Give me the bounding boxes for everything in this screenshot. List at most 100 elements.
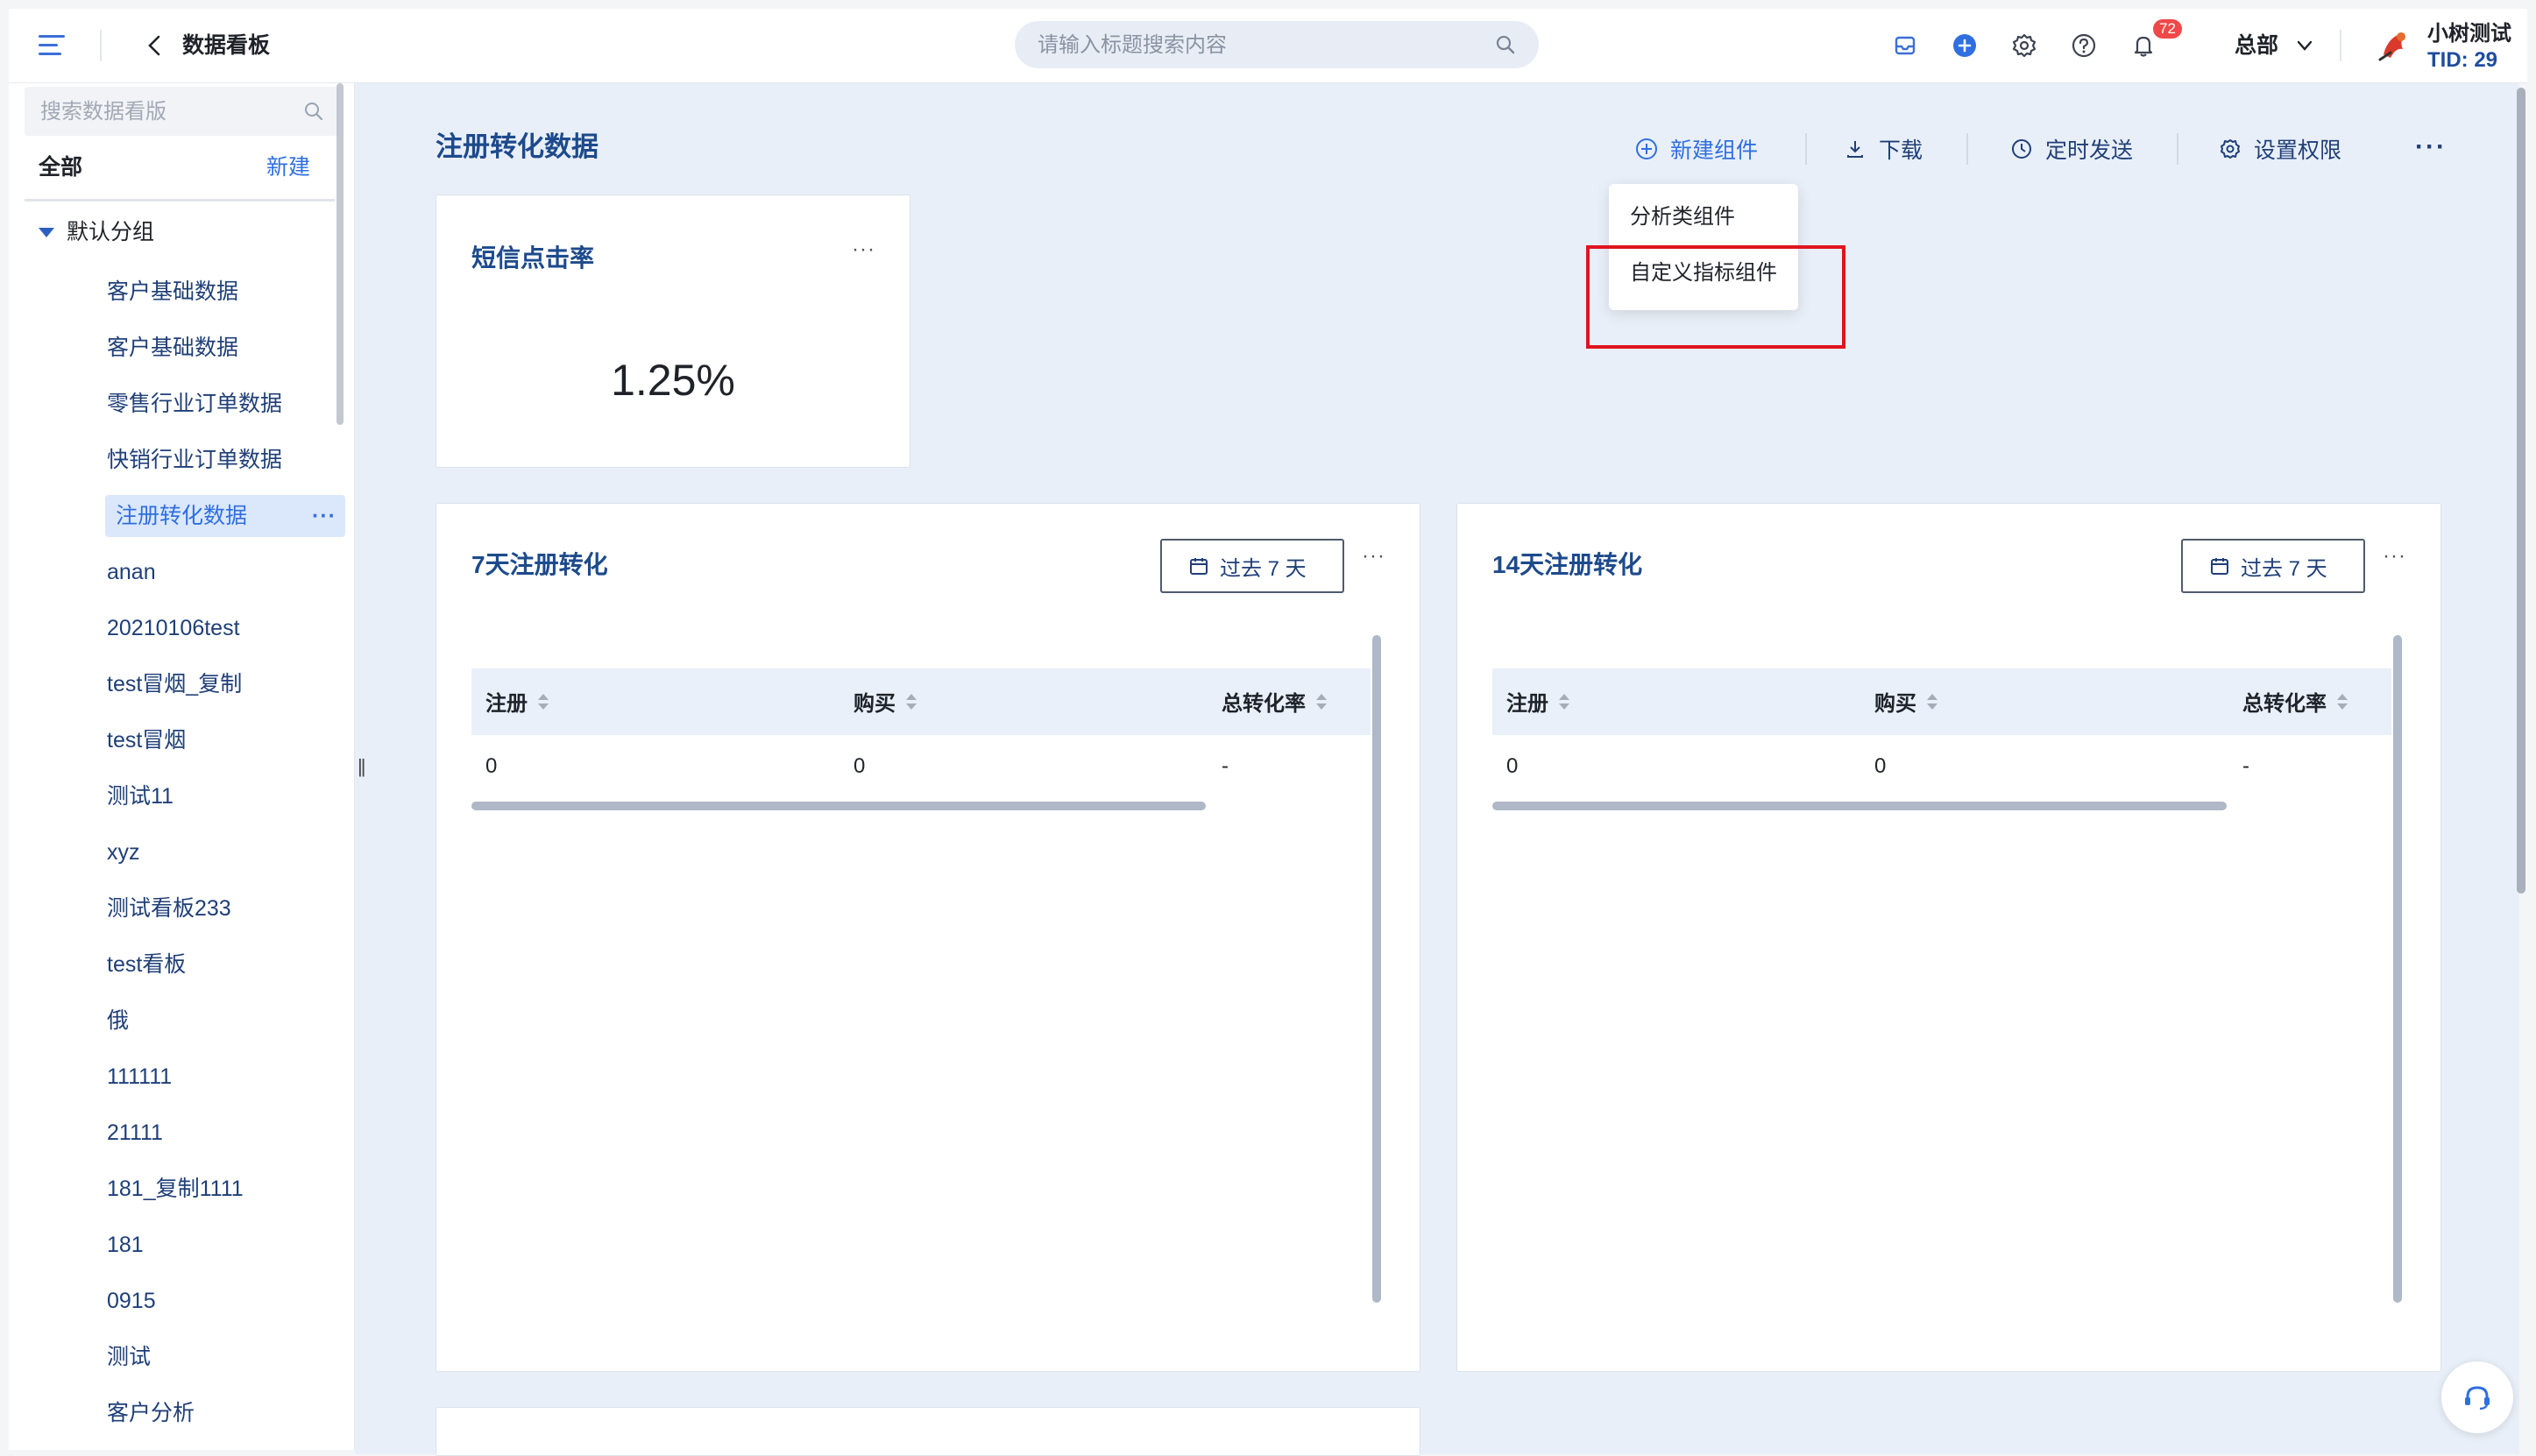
sidebar-item[interactable]: 俄 bbox=[107, 1000, 129, 1042]
column-header[interactable]: 购买 bbox=[854, 686, 917, 717]
group-label: 默认分组 bbox=[67, 220, 155, 244]
sort-icon[interactable] bbox=[906, 693, 917, 710]
sidebar-item[interactable]: 21111 bbox=[107, 1112, 163, 1154]
sidebar-item[interactable]: test冒烟 bbox=[107, 719, 186, 761]
column-header[interactable]: 注册 bbox=[485, 686, 549, 717]
table-header: 注册 购买 总转化率 bbox=[1492, 668, 2391, 735]
column-header[interactable]: 总转化率 bbox=[2242, 686, 2348, 717]
add-circle-icon[interactable] bbox=[1949, 30, 1980, 61]
customer-service-button[interactable] bbox=[2441, 1361, 2513, 1433]
sidebar-item[interactable]: 测试 bbox=[107, 1336, 151, 1378]
sidebar-item[interactable]: xyz bbox=[107, 831, 140, 873]
column-header-label: 购买 bbox=[854, 692, 896, 716]
main-scrollbar[interactable] bbox=[2517, 88, 2525, 894]
card-title: 14天注册转化 bbox=[1492, 551, 1643, 578]
sidebar-collapse-handle[interactable]: || bbox=[358, 755, 366, 778]
help-icon[interactable] bbox=[2068, 30, 2100, 61]
avatar[interactable] bbox=[2371, 23, 2417, 68]
sidebar-item-label: 0915 bbox=[107, 1289, 156, 1313]
sort-icon[interactable] bbox=[538, 693, 549, 710]
sort-icon[interactable] bbox=[1559, 693, 1569, 710]
sidebar-item[interactable]: 客户基础数据 bbox=[107, 271, 238, 313]
menu-icon[interactable] bbox=[39, 35, 65, 56]
settings-gear-icon[interactable] bbox=[2008, 30, 2040, 61]
sidebar-item[interactable]: 快销行业订单数据 bbox=[107, 439, 282, 481]
horizontal-scrollbar[interactable] bbox=[1492, 802, 2227, 810]
calendar-icon bbox=[2211, 558, 2228, 575]
search-icon[interactable] bbox=[303, 101, 324, 122]
sidebar-item[interactable]: 测试看板233 bbox=[107, 887, 231, 929]
new-component-label: 新建组件 bbox=[1670, 138, 1759, 163]
sidebar-item[interactable]: 111111 bbox=[107, 1056, 172, 1098]
card-more-icon[interactable]: ··· bbox=[2383, 544, 2406, 569]
table-cell: 0 bbox=[1506, 754, 1519, 778]
group-default[interactable]: 默认分组 bbox=[39, 216, 154, 248]
sort-icon[interactable] bbox=[1927, 693, 1937, 710]
date-range-label: 过去 7 天 bbox=[2241, 556, 2327, 581]
sort-icon[interactable] bbox=[2337, 693, 2348, 710]
top-bar: 数据看板 72 总部 小树测试 TID: 29 bbox=[9, 9, 2527, 83]
sidebar-item-active[interactable]: 注册转化数据 ··· bbox=[105, 495, 345, 537]
sidebar-item-label: 181_复制1111 bbox=[107, 1177, 244, 1201]
new-component-button[interactable]: 新建组件 bbox=[1635, 131, 1758, 166]
sidebar-item[interactable]: 0915 bbox=[107, 1280, 156, 1322]
sidebar-item-label: 俄 bbox=[107, 1008, 130, 1033]
card-title: 短信点击率 bbox=[471, 244, 595, 272]
sidebar-item[interactable]: 零售行业订单数据 bbox=[107, 383, 282, 425]
divider bbox=[1966, 133, 1968, 165]
org-selector-label[interactable]: 总部 bbox=[2235, 30, 2278, 61]
sidebar-item-label: 测试看板233 bbox=[107, 896, 231, 921]
inbox-icon[interactable] bbox=[1889, 30, 1921, 61]
column-header-label: 注册 bbox=[1506, 692, 1548, 716]
table-cell: 0 bbox=[854, 754, 866, 778]
sort-icon[interactable] bbox=[1316, 693, 1327, 710]
column-header[interactable]: 购买 bbox=[1874, 686, 1937, 717]
search-input[interactable] bbox=[1036, 21, 1477, 70]
sidebar-item-label: 181 bbox=[107, 1233, 144, 1257]
headset-icon bbox=[2465, 1386, 2490, 1410]
table-card-7day: 7天注册转化 过去 7 天 ··· 注册 购买 总转化率 0 0 - bbox=[436, 503, 1420, 1372]
item-more-icon[interactable]: ··· bbox=[312, 495, 336, 537]
download-button[interactable]: 下载 bbox=[1844, 131, 1923, 166]
column-header[interactable]: 总转化率 bbox=[1222, 686, 1327, 717]
sidebar-item[interactable]: 测试11 bbox=[107, 775, 174, 817]
permissions-label: 设置权限 bbox=[2254, 138, 2342, 163]
sidebar-item[interactable]: anan bbox=[107, 551, 156, 593]
sidebar-item[interactable]: 181 bbox=[107, 1224, 144, 1266]
sidebar-item[interactable]: 20210106test bbox=[107, 607, 240, 649]
sidebar-scrollbar[interactable] bbox=[336, 83, 344, 425]
more-options-icon[interactable]: ··· bbox=[2415, 131, 2447, 163]
sidebar-item[interactable]: test看板 bbox=[107, 944, 186, 986]
card-more-icon[interactable]: ··· bbox=[852, 237, 875, 262]
vertical-scrollbar[interactable] bbox=[1372, 635, 1381, 1303]
chevron-down-icon[interactable] bbox=[2294, 35, 2315, 56]
download-icon bbox=[1847, 141, 1863, 158]
date-range-button[interactable]: 过去 7 天 bbox=[1160, 539, 1344, 593]
permissions-button[interactable]: 设置权限 bbox=[2219, 131, 2341, 166]
search-icon[interactable] bbox=[1495, 34, 1516, 55]
card-more-icon[interactable]: ··· bbox=[1362, 544, 1385, 569]
menu-item-analysis-component[interactable]: 分析类组件 bbox=[1630, 201, 1735, 233]
annotation-highlight-box bbox=[1586, 245, 1845, 349]
back-arrow-icon[interactable] bbox=[142, 32, 168, 59]
date-range-button[interactable]: 过去 7 天 bbox=[2181, 539, 2365, 593]
sidebar-item-label: 测试 bbox=[107, 1345, 152, 1369]
horizontal-scrollbar[interactable] bbox=[471, 802, 1206, 810]
sidebar: 全部 新建 默认分组 客户基础数据 客户基础数据 零售行业订单数据 快销行业订单… bbox=[9, 83, 355, 1450]
sidebar-item-label: 客户基础数据 bbox=[107, 279, 239, 304]
vertical-scrollbar[interactable] bbox=[2393, 635, 2402, 1303]
sidebar-item-label: 快销行业订单数据 bbox=[107, 448, 283, 472]
schedule-send-button[interactable]: 定时发送 bbox=[2010, 131, 2133, 166]
sidebar-item-label: 测试11 bbox=[107, 784, 174, 809]
column-header[interactable]: 注册 bbox=[1506, 686, 1569, 717]
sidebar-search-input[interactable] bbox=[39, 87, 296, 138]
sidebar-item-label: 客户基础数据 bbox=[107, 336, 239, 360]
sidebar-new-button[interactable]: 新建 bbox=[266, 152, 310, 183]
user-name: 小树测试 bbox=[2427, 22, 2511, 46]
sidebar-item-label: 111111 bbox=[107, 1064, 173, 1089]
sidebar-item[interactable]: 181_复制1111 bbox=[107, 1168, 244, 1210]
sidebar-all-label[interactable]: 全部 bbox=[39, 152, 82, 183]
sidebar-item[interactable]: 客户基础数据 bbox=[107, 327, 238, 369]
sidebar-item[interactable]: test冒烟_复制 bbox=[107, 663, 242, 705]
sidebar-item[interactable]: 客户分析 bbox=[107, 1392, 195, 1434]
